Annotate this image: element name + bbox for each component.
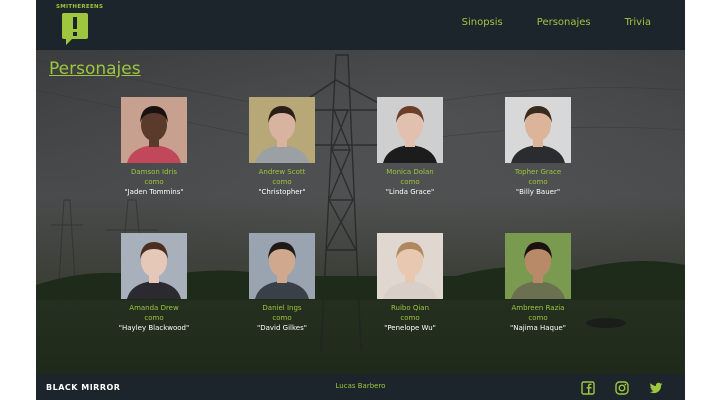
page-title: Personajes	[49, 59, 141, 79]
cast-como-label: como	[144, 314, 164, 322]
nav-link-personajes[interactable]: Personajes	[537, 17, 591, 28]
cast-actor-name: Monica Dolan	[386, 168, 434, 176]
cast-character-name: "David Gilkes"	[257, 324, 307, 332]
cast-actor-name: Damson Idris	[130, 168, 178, 176]
cast-card[interactable]: Amanda Drew como "Hayley Blackwood"	[99, 233, 209, 333]
cast-photo	[121, 233, 187, 299]
cast-character-name: "Billy Bauer"	[515, 188, 561, 196]
cast-card[interactable]: Monica Dolan como "Linda Grace"	[355, 97, 465, 197]
page-margin-left	[0, 0, 36, 400]
cast-como-label: como	[528, 314, 548, 322]
main-nav: Sinopsis Personajes Trivia	[462, 17, 651, 28]
cast-como-label: como	[400, 178, 420, 186]
logo-text: SMITHEREENS	[56, 4, 104, 10]
cast-como-label: como	[400, 314, 420, 322]
nav-link-trivia[interactable]: Trivia	[625, 17, 651, 28]
cast-actor-name: Ruibo Qian	[390, 304, 430, 312]
cast-photo	[249, 97, 315, 163]
cast-character-name: "Christopher"	[258, 188, 306, 196]
cast-como-label: como	[272, 314, 292, 322]
twitter-icon[interactable]	[649, 381, 663, 395]
cast-card[interactable]: Andrew Scott como "Christopher"	[227, 97, 337, 197]
cast-photo	[377, 97, 443, 163]
cast-card[interactable]: Ruibo Qian como "Penelope Wu"	[355, 233, 465, 333]
speech-bubble-exclamation-icon	[62, 13, 88, 45]
cast-photo	[249, 233, 315, 299]
instagram-icon[interactable]	[615, 381, 629, 395]
cast-character-name: "Linda Grace"	[385, 188, 435, 196]
cast-photo	[377, 233, 443, 299]
site-header: SMITHEREENS Sinopsis Personajes Trivia	[36, 0, 685, 50]
cast-actor-name: Amanda Drew	[129, 304, 179, 312]
page-margin-right	[685, 0, 720, 400]
cast-card[interactable]: Daniel Ings como "David Gilkes"	[227, 233, 337, 333]
cast-card[interactable]: Topher Grace como "Billy Bauer"	[483, 97, 593, 197]
main-content: Personajes Damson Idris como "Jaden Tommin…	[36, 50, 685, 374]
cast-photo	[121, 97, 187, 163]
cast-actor-name: Ambreen Razia	[511, 304, 565, 312]
cast-photo	[505, 233, 571, 299]
cast-como-label: como	[144, 178, 164, 186]
cast-character-name: "Penelope Wu"	[384, 324, 436, 332]
site-footer: BLACK MIRROR Lucas Barbero	[36, 374, 685, 400]
cast-character-name: "Najima Haque"	[510, 324, 566, 332]
nav-link-sinopsis[interactable]: Sinopsis	[462, 17, 503, 28]
cast-actor-name: Andrew Scott	[258, 168, 306, 176]
cast-como-label: como	[272, 178, 292, 186]
cast-character-name: "Hayley Blackwood"	[118, 324, 190, 332]
cast-character-name: "Jaden Tommins"	[124, 188, 184, 196]
cast-actor-name: Topher Grace	[514, 168, 562, 176]
cast-photo	[505, 97, 571, 163]
site-frame: SMITHEREENS Sinopsis Personajes Trivia P…	[36, 0, 685, 400]
cast-card[interactable]: Damson Idris como "Jaden Tommins"	[99, 97, 209, 197]
cast-actor-name: Daniel Ings	[262, 304, 302, 312]
cast-como-label: como	[528, 178, 548, 186]
facebook-icon[interactable]	[581, 381, 595, 395]
smithereens-logo[interactable]: SMITHEREENS	[56, 4, 103, 46]
cast-card[interactable]: Ambreen Razia como "Najima Haque"	[483, 233, 593, 333]
